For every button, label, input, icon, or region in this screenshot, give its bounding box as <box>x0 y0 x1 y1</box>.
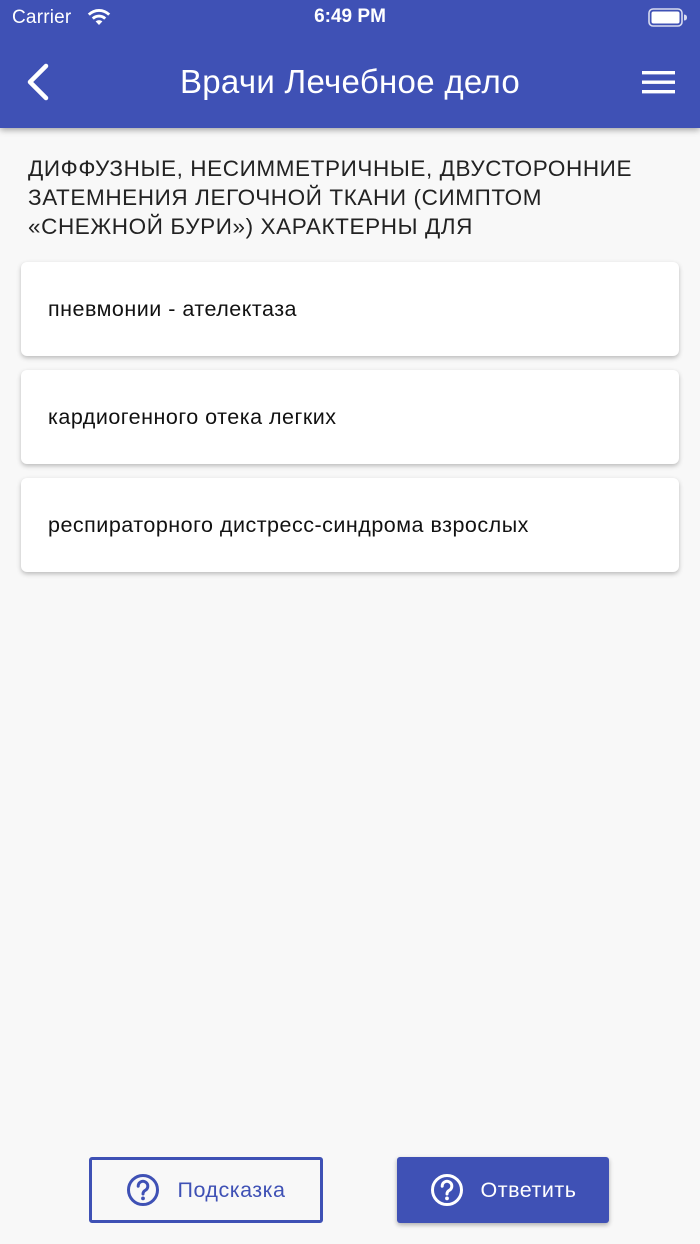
question-text: ДИФФУЗНЫЕ, НЕСИММЕТРИЧНЫЕ, ДВУСТОРОННИЕ … <box>28 156 633 239</box>
app-bar: Carrier 6:49 PM Врачи Лечебное дело <box>0 0 700 128</box>
answer-label: респираторного дистресс-синдрома взрослы… <box>48 512 529 537</box>
battery-icon <box>648 8 687 27</box>
answer-button-label: Ответить <box>480 1177 577 1202</box>
answer-label: кардиогенного отека легких <box>48 404 337 429</box>
hamburger-menu-icon[interactable] <box>640 64 678 100</box>
answer-button[interactable]: Ответить <box>397 1157 609 1223</box>
answer-list: пневмонии - ателектаза кардиогенного оте… <box>21 262 679 586</box>
page-title: Врачи Лечебное дело <box>179 63 521 100</box>
question-circle-icon <box>430 1174 463 1206</box>
hint-button-label: Подсказка <box>177 1177 286 1202</box>
clock: 6:49 PM <box>314 6 386 27</box>
question-circle-icon <box>127 1174 160 1206</box>
answer-option[interactable]: кардиогенного отека легких <box>21 370 679 464</box>
answer-option[interactable]: респираторного дистресс-синдрома взрослы… <box>21 478 679 572</box>
answer-option[interactable]: пневмонии - ателектаза <box>21 262 679 356</box>
hint-button[interactable]: Подсказка <box>89 1157 323 1223</box>
status-bar: Carrier 6:49 PM <box>0 0 700 36</box>
answer-label: пневмонии - ателектаза <box>48 296 298 321</box>
